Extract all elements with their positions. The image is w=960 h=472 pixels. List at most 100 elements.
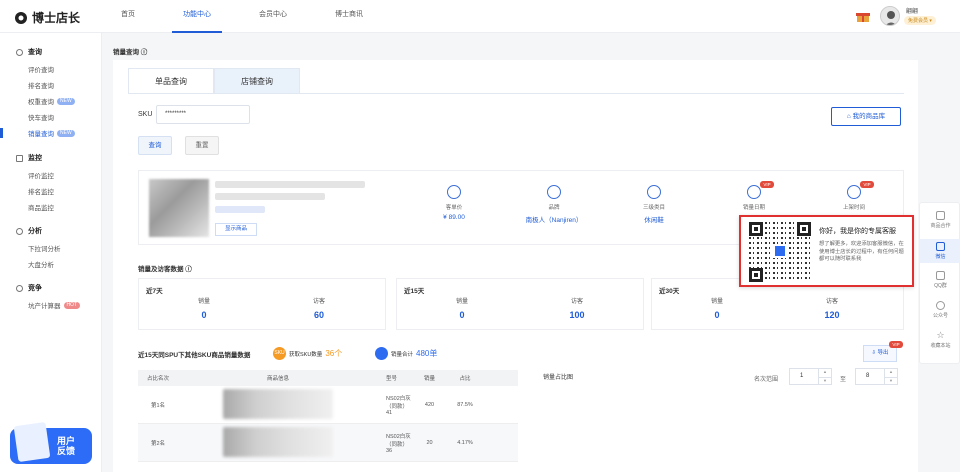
sidebar: 查询 评价查询 排名查询 权重查询 NEW 快车查询 销量查询 NEW 监控 评价监… bbox=[0, 33, 102, 472]
clock-icon bbox=[447, 185, 461, 199]
sidebar-item-weight-query[interactable]: 权重查询 NEW bbox=[28, 96, 75, 106]
tool-official-account[interactable]: 公众号 bbox=[920, 301, 960, 319]
range-from-stepper[interactable]: 1 ▲ ▼ bbox=[789, 368, 832, 385]
qr-logo bbox=[773, 244, 787, 258]
qr-code bbox=[749, 222, 811, 282]
range-label: 名次范围 bbox=[754, 377, 779, 383]
sales-value: 0 bbox=[201, 310, 207, 320]
stat-price: 客单价 ¥ 89.00 bbox=[414, 185, 494, 221]
popup-title: 你好，我是你的专属客服 bbox=[819, 228, 896, 235]
list-icon bbox=[647, 185, 661, 199]
new-badge: NEW bbox=[57, 129, 75, 137]
wechat-icon bbox=[936, 242, 945, 251]
product-image-blurred bbox=[223, 426, 333, 457]
shield-icon bbox=[936, 211, 945, 220]
logo-icon bbox=[15, 11, 27, 24]
sales-value: 0 bbox=[459, 310, 465, 320]
chat-icon bbox=[936, 301, 945, 310]
feedback-button[interactable]: 用户 反馈 bbox=[10, 421, 92, 464]
nav-home[interactable]: 首页 bbox=[110, 0, 146, 33]
user-name: 翩翩 bbox=[906, 9, 919, 15]
show-product-button[interactable]: 显示商品 bbox=[215, 223, 257, 236]
tab-store[interactable]: 店铺查询 bbox=[214, 68, 300, 94]
vip-tag: VIP bbox=[889, 341, 903, 348]
sidebar-item-sales-query[interactable]: 销量查询 NEW bbox=[28, 128, 75, 138]
range-to-label: 至 bbox=[840, 377, 847, 383]
tool-bookmark[interactable]: ☆ 收藏本站 bbox=[920, 330, 960, 350]
monitor-icon bbox=[16, 154, 23, 162]
gift-icon[interactable] bbox=[856, 10, 870, 23]
chevron-up-icon[interactable]: ▲ bbox=[884, 369, 897, 377]
avatar[interactable] bbox=[880, 6, 900, 26]
clock-icon bbox=[847, 185, 861, 199]
sku-input[interactable]: ********* bbox=[156, 105, 250, 124]
table-row[interactable]: 第2名 NS02白灰（同款）36 20 4.17% bbox=[138, 424, 518, 462]
sidebar-item-market-analysis[interactable]: 大盘分析 bbox=[28, 259, 54, 269]
clock-icon bbox=[16, 227, 23, 235]
sidebar-item-review-query[interactable]: 评价查询 bbox=[28, 64, 54, 74]
logo[interactable]: 博士店长 bbox=[14, 9, 80, 26]
logo-text: 博士店长 bbox=[32, 11, 81, 25]
document-icon bbox=[375, 347, 388, 360]
stat-listed-time: 上架时间 bbox=[814, 185, 894, 214]
qr-finder bbox=[797, 222, 811, 236]
reset-button[interactable]: 重置 bbox=[185, 136, 219, 155]
hot-badge: HOT bbox=[63, 301, 81, 309]
chart-title: 销量占比图 bbox=[543, 375, 574, 381]
product-subtitle-blurred bbox=[215, 193, 325, 200]
my-products-button[interactable]: ⌂ 我的商品库 bbox=[831, 107, 901, 126]
sidebar-item-review-monitor[interactable]: 评价监控 bbox=[28, 170, 54, 180]
nav-news[interactable]: 博士商讯 bbox=[324, 0, 374, 33]
sidebar-item-express-query[interactable]: 快车查询 bbox=[28, 112, 54, 122]
chevron-down-icon[interactable]: ▼ bbox=[818, 377, 831, 385]
product-image-blurred bbox=[223, 388, 333, 419]
qq-icon bbox=[936, 271, 945, 280]
new-badge: NEW bbox=[57, 97, 75, 105]
top-bar: 博士店长 首页 功能中心 会员中心 博士商讯 翩翩 免费会员 ▾ bbox=[0, 0, 960, 33]
table-row[interactable]: 第1名 NS02白灰（同款）41 420 87.5% bbox=[138, 386, 518, 424]
person-icon bbox=[747, 185, 761, 199]
visits-value: 60 bbox=[313, 310, 324, 320]
sidebar-item-keyword-analysis[interactable]: 下拉词分析 bbox=[28, 243, 61, 253]
popup-body: 想了解更多，欢迎添加客服微信，在使用博士店长的过程中，有任何问题都可以随时联系我 bbox=[819, 241, 904, 262]
query-button[interactable]: 查询 bbox=[138, 136, 172, 155]
target-icon bbox=[16, 284, 23, 292]
nav-features[interactable]: 功能中心 bbox=[172, 0, 222, 33]
sidebar-item-rank-monitor[interactable]: 排名监控 bbox=[28, 186, 54, 196]
chevron-down-icon[interactable]: ▼ bbox=[884, 377, 897, 385]
sidebar-item-rank-query[interactable]: 排名查询 bbox=[28, 80, 54, 90]
clipboard-icon bbox=[13, 421, 51, 463]
visits-value: 100 bbox=[569, 310, 585, 320]
tool-qq-group[interactable]: QQ群 bbox=[920, 271, 960, 289]
right-toolbar: 商品合作 微信 QQ群 公众号 ☆ 收藏本站 bbox=[919, 202, 960, 364]
tab-single-product[interactable]: 单品查询 bbox=[128, 68, 214, 94]
sales-section-title: 销量及访客数据 ⓘ bbox=[138, 266, 192, 273]
sku-count-kpi: SKU 获取SKU数量 36个 bbox=[273, 347, 343, 360]
tool-cooperation[interactable]: 商品合作 bbox=[920, 211, 960, 229]
star-icon: ☆ bbox=[936, 330, 945, 340]
sidebar-item-product-monitor[interactable]: 商品监控 bbox=[28, 202, 54, 212]
period-7d: 近7天 销量 访客 0 60 bbox=[138, 278, 386, 330]
product-title-blurred bbox=[215, 181, 365, 188]
active-indicator bbox=[0, 128, 3, 138]
chevron-up-icon[interactable]: ▲ bbox=[818, 369, 831, 377]
table-header: 占比名次 商品信息 型号 销量 占比 bbox=[138, 370, 518, 386]
sidebar-item-calculator[interactable]: 坑产计算器 HOT bbox=[28, 300, 81, 310]
product-image bbox=[149, 179, 209, 237]
main-nav: 首页 功能中心 会员中心 博士商讯 bbox=[110, 0, 400, 33]
qr-finder bbox=[749, 268, 763, 282]
sku-label: SKU bbox=[138, 111, 153, 118]
sidebar-group-analysis: 分析 bbox=[16, 226, 42, 236]
chart-icon bbox=[547, 185, 561, 199]
member-badge[interactable]: 免费会员 ▾ bbox=[904, 16, 936, 25]
range-to-stepper[interactable]: 8 ▲ ▼ bbox=[855, 368, 898, 385]
vip-tag: VIP bbox=[760, 181, 774, 188]
nav-member[interactable]: 会员中心 bbox=[248, 0, 298, 33]
period-15d: 近15天 销量 访客 0 100 bbox=[396, 278, 644, 330]
page-title: 销量查询 ⓘ bbox=[113, 49, 148, 56]
visits-value: 120 bbox=[824, 310, 840, 320]
qr-finder bbox=[749, 222, 763, 236]
sidebar-group-compete: 竞争 bbox=[16, 283, 42, 293]
tool-wechat[interactable]: 微信 bbox=[920, 239, 960, 263]
search-icon bbox=[16, 48, 23, 56]
